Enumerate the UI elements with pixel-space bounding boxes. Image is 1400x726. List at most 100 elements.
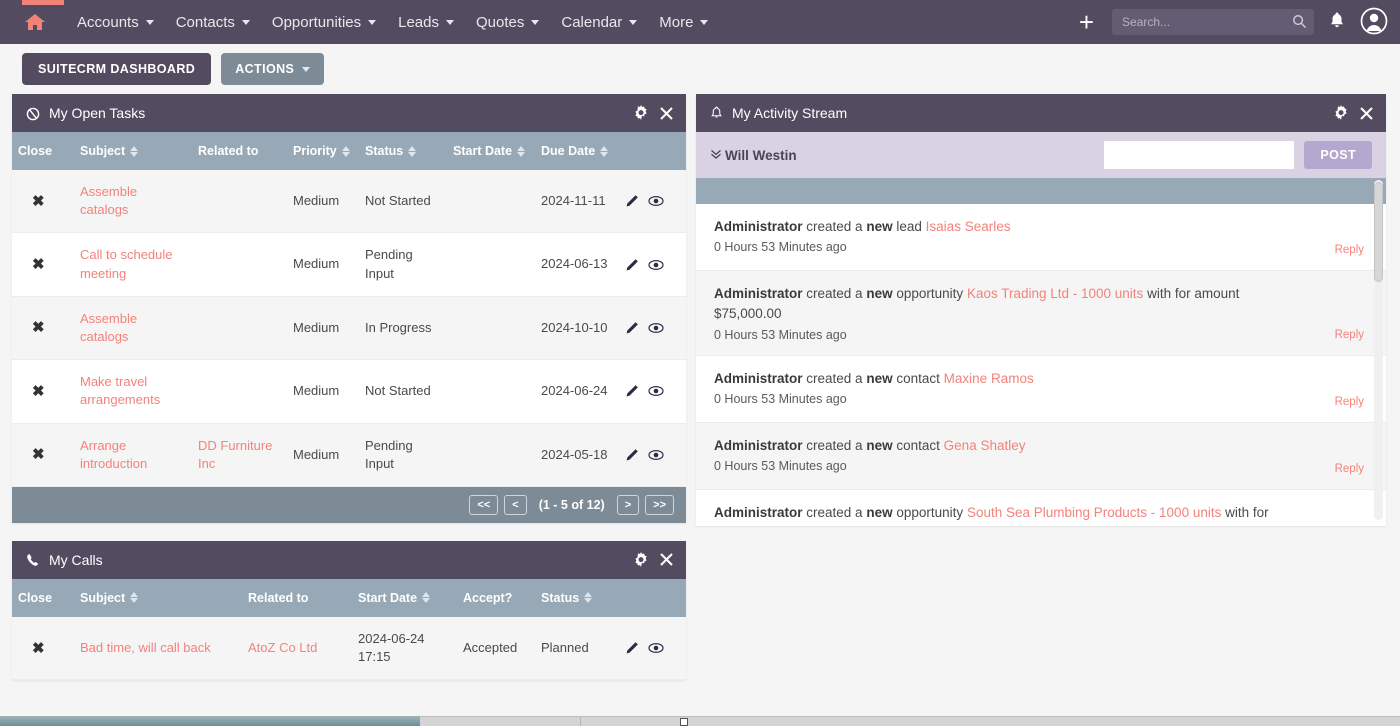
pagination-prev-button[interactable]: < bbox=[504, 495, 526, 515]
activity-record-link[interactable]: Maxine Ramos bbox=[944, 371, 1034, 386]
activity-scrollbar-thumb[interactable] bbox=[1374, 182, 1383, 282]
nav-item-more[interactable]: More bbox=[648, 8, 719, 37]
search-icon[interactable] bbox=[1292, 14, 1307, 32]
search-input[interactable] bbox=[1112, 9, 1314, 35]
activity-post-input[interactable] bbox=[1104, 141, 1294, 169]
task-subject-link[interactable]: Make travel arrangements bbox=[80, 374, 160, 407]
panel-title: My Calls bbox=[49, 552, 103, 568]
edit-pencil-icon[interactable] bbox=[625, 448, 639, 462]
actions-button[interactable]: ACTIONS bbox=[221, 53, 324, 85]
activity-user-selector[interactable]: Will Westin bbox=[710, 148, 797, 163]
col-start-date[interactable]: Start Date bbox=[352, 579, 457, 617]
sort-arrows-icon[interactable] bbox=[408, 146, 416, 157]
related-to-link[interactable]: DD Furniture Inc bbox=[198, 438, 272, 471]
gear-icon[interactable] bbox=[1333, 105, 1349, 121]
task-subject-link[interactable]: Arrange introduction bbox=[80, 438, 147, 471]
user-avatar-icon[interactable] bbox=[1360, 7, 1388, 38]
gear-icon[interactable] bbox=[633, 552, 649, 568]
view-eye-icon[interactable] bbox=[648, 385, 664, 397]
close-call-button[interactable]: ✖ bbox=[18, 638, 45, 659]
cell-priority: Medium bbox=[287, 170, 359, 233]
home-icon[interactable] bbox=[18, 12, 52, 32]
suitecrm-dashboard-button[interactable]: SUITECRM DASHBOARD bbox=[22, 53, 211, 85]
activity-record-link[interactable]: Gena Shatley bbox=[944, 438, 1026, 453]
col-subject[interactable]: Subject bbox=[74, 579, 242, 617]
activity-reply-link[interactable]: Reply bbox=[1335, 463, 1364, 475]
activity-item-time: 0 Hours 53 Minutes ago bbox=[714, 392, 1368, 406]
sort-arrows-icon[interactable] bbox=[422, 592, 430, 603]
activity-actor: Administrator bbox=[714, 219, 803, 234]
panel-tools bbox=[633, 105, 674, 121]
sort-arrows-icon[interactable] bbox=[600, 146, 608, 157]
col-due-date[interactable]: Due Date bbox=[535, 132, 619, 170]
edit-pencil-icon[interactable] bbox=[625, 641, 639, 655]
panel-title: My Activity Stream bbox=[732, 105, 847, 121]
gear-icon[interactable] bbox=[633, 105, 649, 121]
actions-button-label: ACTIONS bbox=[235, 62, 294, 76]
sort-arrows-icon[interactable] bbox=[342, 146, 350, 157]
sort-arrows-icon[interactable] bbox=[584, 592, 592, 603]
bell-icon[interactable] bbox=[1326, 11, 1348, 33]
sort-arrows-icon[interactable] bbox=[130, 146, 138, 157]
activity-stream-body: Administrator created a new lead Isaias … bbox=[696, 178, 1386, 526]
close-icon[interactable] bbox=[1359, 106, 1374, 121]
view-eye-icon[interactable] bbox=[648, 449, 664, 461]
cell-close: ✖ bbox=[12, 360, 74, 423]
edit-pencil-icon[interactable] bbox=[625, 258, 639, 272]
col-status[interactable]: Status bbox=[359, 132, 447, 170]
activity-scrollbar-track[interactable] bbox=[1374, 180, 1383, 520]
dashboard-grid: My Open Tasks bbox=[0, 94, 1400, 706]
view-eye-icon[interactable] bbox=[648, 195, 664, 207]
dashboard-column-right: My Activity Stream bbox=[696, 94, 1386, 544]
pagination-first-button[interactable]: << bbox=[469, 495, 498, 515]
edit-pencil-icon[interactable] bbox=[625, 321, 639, 335]
pagination-last-button[interactable]: >> bbox=[645, 495, 674, 515]
close-icon[interactable] bbox=[659, 552, 674, 567]
activity-verb: created a bbox=[806, 505, 862, 520]
open-tasks-pagination: << < (1 - 5 of 12) > >> bbox=[12, 487, 686, 523]
sort-arrows-icon[interactable] bbox=[130, 592, 138, 603]
activity-post-button[interactable]: POST bbox=[1304, 141, 1372, 169]
nav-item-opportunities[interactable]: Opportunities bbox=[261, 8, 387, 37]
nav-item-quotes[interactable]: Quotes bbox=[465, 8, 550, 37]
activity-item: Administrator created a new contact Gena… bbox=[696, 423, 1386, 490]
related-to-link[interactable]: AtoZ Co Ltd bbox=[248, 640, 317, 655]
col-start-date[interactable]: Start Date bbox=[447, 132, 535, 170]
close-icon[interactable] bbox=[659, 106, 674, 121]
call-subject-link[interactable]: Bad time, will call back bbox=[80, 640, 211, 655]
desktop-wallpaper-edge bbox=[0, 716, 420, 726]
col-subject[interactable]: Subject bbox=[74, 132, 192, 170]
nav-item-accounts[interactable]: Accounts bbox=[66, 8, 165, 37]
edit-pencil-icon[interactable] bbox=[625, 384, 639, 398]
pagination-next-button[interactable]: > bbox=[617, 495, 639, 515]
view-eye-icon[interactable] bbox=[648, 642, 664, 654]
activity-reply-link[interactable]: Reply bbox=[1335, 396, 1364, 408]
close-task-button[interactable]: ✖ bbox=[18, 381, 45, 402]
activity-stream-top-band bbox=[696, 178, 1386, 204]
close-task-button[interactable]: ✖ bbox=[18, 317, 45, 338]
col-status[interactable]: Status bbox=[535, 579, 619, 617]
view-eye-icon[interactable] bbox=[648, 322, 664, 334]
view-eye-icon[interactable] bbox=[648, 259, 664, 271]
edit-pencil-icon[interactable] bbox=[625, 194, 639, 208]
nav-item-contacts[interactable]: Contacts bbox=[165, 8, 261, 37]
task-subject-link[interactable]: Assemble catalogs bbox=[80, 184, 137, 217]
chevron-down-icon bbox=[531, 20, 539, 25]
activity-record-link[interactable]: Isaias Searles bbox=[926, 219, 1011, 234]
activity-record-link[interactable]: Kaos Trading Ltd - 1000 units bbox=[967, 286, 1143, 301]
cell-start-date bbox=[447, 296, 535, 359]
task-subject-link[interactable]: Call to schedule meeting bbox=[80, 247, 173, 280]
sort-arrows-icon[interactable] bbox=[517, 146, 525, 157]
close-task-button[interactable]: ✖ bbox=[18, 254, 45, 275]
col-priority[interactable]: Priority bbox=[287, 132, 359, 170]
close-task-button[interactable]: ✖ bbox=[18, 444, 45, 465]
task-subject-link[interactable]: Assemble catalogs bbox=[80, 311, 137, 344]
activity-reply-link[interactable]: Reply bbox=[1335, 329, 1364, 341]
activity-reply-link[interactable]: Reply bbox=[1335, 244, 1364, 256]
plus-icon[interactable]: + bbox=[1073, 9, 1100, 35]
nav-item-calendar[interactable]: Calendar bbox=[550, 8, 648, 37]
activity-record-link[interactable]: South Sea Plumbing Products - 1000 units bbox=[967, 505, 1221, 520]
nav-item-leads[interactable]: Leads bbox=[387, 8, 465, 37]
close-task-button[interactable]: ✖ bbox=[18, 191, 45, 212]
nav-item-label: Leads bbox=[398, 14, 439, 31]
